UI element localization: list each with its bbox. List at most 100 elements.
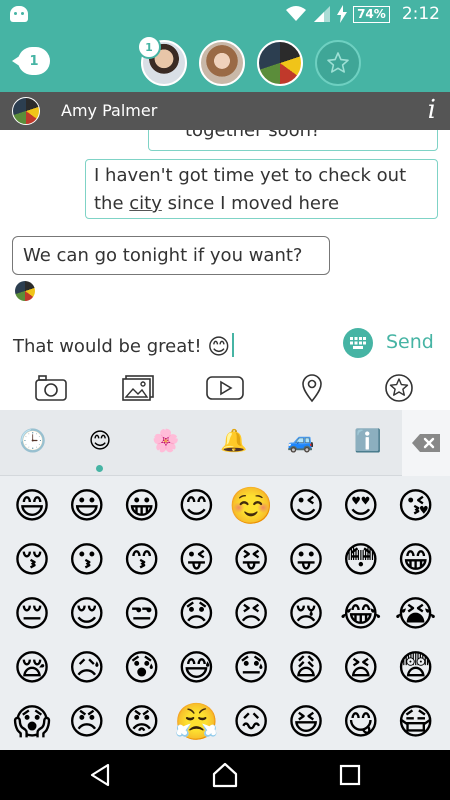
emoji-key[interactable]: 😰	[114, 644, 170, 694]
chat-thread[interactable]: together soon? I haven't got time yet to…	[0, 130, 450, 310]
emoji-key[interactable]: 😥	[59, 644, 115, 694]
contact-avatar[interactable]	[12, 97, 40, 125]
message-input[interactable]: That would be great! 😊	[13, 333, 235, 360]
info-icon[interactable]: i	[428, 96, 436, 124]
emoji-key[interactable]: 😩	[278, 644, 334, 694]
emoji-key[interactable]: 😗	[59, 536, 115, 586]
home-nav-button[interactable]	[210, 760, 240, 790]
emoji-key[interactable]: 😃	[59, 482, 115, 532]
message-line-2: the city since I moved here	[94, 190, 429, 218]
emoji-keyboard: 🕒 😊 🌸 🔔 🚙 ℹ️ 😄 😃 😀 😊 ☺️ 😉 😍 😘 😚 😗 😙 😜 😝 😛 😳 😁 😔 😌 😒 😞 😣 😢 😂 😭 😪 😥…	[0, 410, 450, 750]
emoji-key[interactable]: 😓	[223, 644, 279, 694]
tab-objects[interactable]: 🔔	[214, 426, 254, 458]
emoji-key[interactable]: 😫	[333, 644, 389, 694]
gallery-button[interactable]	[116, 370, 160, 406]
emoji-key[interactable]: 😌	[59, 590, 115, 640]
sticker-button[interactable]	[377, 370, 421, 406]
emoji-key[interactable]: 😁	[388, 536, 444, 586]
emoji-key[interactable]: 😛	[278, 536, 334, 586]
tab-smileys[interactable]: 😊	[80, 426, 120, 458]
camera-icon	[35, 375, 68, 401]
emoji-key[interactable]: 😢	[278, 590, 334, 640]
recents-nav-button[interactable]	[335, 760, 365, 790]
tab-places[interactable]: 🚙	[281, 426, 321, 458]
status-icons: 74% 2:12	[285, 4, 440, 24]
emoji-key[interactable]: 😭	[388, 590, 444, 640]
camera-button[interactable]	[29, 370, 73, 406]
video-button[interactable]	[203, 370, 247, 406]
emoji-key[interactable]: 😚	[4, 536, 60, 586]
emoji-key[interactable]: 😱	[4, 698, 60, 748]
contact-name: Amy Palmer	[61, 101, 158, 120]
message-sent: I haven't got time yet to check out the …	[85, 159, 438, 219]
emoji-key[interactable]: ☺️	[223, 482, 279, 532]
star-circle-icon	[384, 374, 413, 402]
contact-bar: Amy Palmer i	[0, 92, 450, 130]
emoji-key[interactable]: 😙	[114, 536, 170, 586]
star-icon	[327, 52, 349, 73]
emoji-key[interactable]: 😖	[223, 698, 279, 748]
tab-recent[interactable]: 🕒	[13, 426, 53, 458]
emoji-key[interactable]: 😷	[388, 698, 444, 748]
emoji-key[interactable]: 😍	[333, 482, 389, 532]
emoji-key[interactable]: 😪	[4, 644, 60, 694]
emoji-key[interactable]: 😤	[168, 698, 224, 748]
message-composer[interactable]: That would be great! 😊 Send	[0, 318, 450, 366]
video-icon	[206, 376, 244, 400]
message-received: We can go tonight if you want?	[12, 236, 330, 275]
emoji-key[interactable]: 😂	[333, 590, 389, 640]
clock: 2:12	[401, 4, 440, 24]
back-button[interactable]: 1	[12, 47, 52, 75]
message-line-1: I haven't got time yet to check out	[94, 165, 407, 186]
back-badge: 1	[18, 47, 50, 75]
emoji-key[interactable]: 😀	[114, 482, 170, 532]
charging-icon	[337, 5, 348, 23]
wifi-icon	[286, 6, 307, 21]
app-header: 1 1	[0, 30, 450, 92]
favorites-button[interactable]	[315, 40, 361, 86]
emoji-key[interactable]: 😉	[278, 482, 334, 532]
backspace-icon	[412, 434, 440, 452]
keyboard-toggle-button[interactable]	[343, 328, 373, 358]
sender-avatar	[15, 281, 35, 301]
signal-icon	[314, 6, 331, 22]
emoji-key[interactable]: 😊	[168, 482, 224, 532]
emoji-key[interactable]: 😡	[114, 698, 170, 748]
backspace-button[interactable]	[402, 410, 450, 476]
attachment-toolbar	[0, 366, 450, 410]
emoji-category-tabs: 🕒 😊 🌸 🔔 🚙 ℹ️	[0, 410, 450, 476]
emoji-key[interactable]: 😆	[278, 698, 334, 748]
unread-badge: 1	[137, 35, 161, 59]
status-bar: 74% 2:12	[0, 0, 450, 30]
emoji-key[interactable]: 😔	[4, 590, 60, 640]
emoji-key[interactable]: 😞	[168, 590, 224, 640]
emoji-key[interactable]: 😣	[223, 590, 279, 640]
image-icon	[122, 375, 154, 401]
emoji-key[interactable]: 😜	[168, 536, 224, 586]
emoji-key[interactable]: 😄	[4, 482, 60, 532]
emoji-key[interactable]: 😠	[59, 698, 115, 748]
tab-nature[interactable]: 🌸	[146, 426, 186, 458]
emoji-key[interactable]: 😨	[388, 644, 444, 694]
back-nav-button[interactable]	[85, 760, 115, 790]
emoji-key[interactable]: 😘	[388, 482, 444, 532]
navigation-bar	[0, 750, 450, 800]
emoji-key[interactable]: 😋	[333, 698, 389, 748]
avatar-contact-amy[interactable]	[257, 40, 303, 86]
emoji-key[interactable]: 😝	[223, 536, 279, 586]
emoji-key[interactable]: 😒	[114, 590, 170, 640]
tab-symbols[interactable]: ℹ️	[348, 426, 388, 458]
location-button[interactable]	[290, 370, 334, 406]
message-sent-previous: together soon?	[148, 130, 438, 151]
message-input-text: That would be great!	[13, 336, 208, 357]
emoji-key[interactable]: 😳	[333, 536, 389, 586]
android-notification-icon	[10, 6, 28, 22]
emoji-key[interactable]: 😅	[168, 644, 224, 694]
message-text: since I moved here	[161, 193, 340, 214]
message-text: the	[94, 193, 130, 214]
message-link-city[interactable]: city	[129, 193, 162, 214]
smile-emoji: 😊	[207, 335, 231, 360]
active-tab-indicator	[96, 465, 103, 472]
send-button[interactable]: Send	[386, 331, 434, 353]
avatar-contact-woman[interactable]	[199, 40, 245, 86]
